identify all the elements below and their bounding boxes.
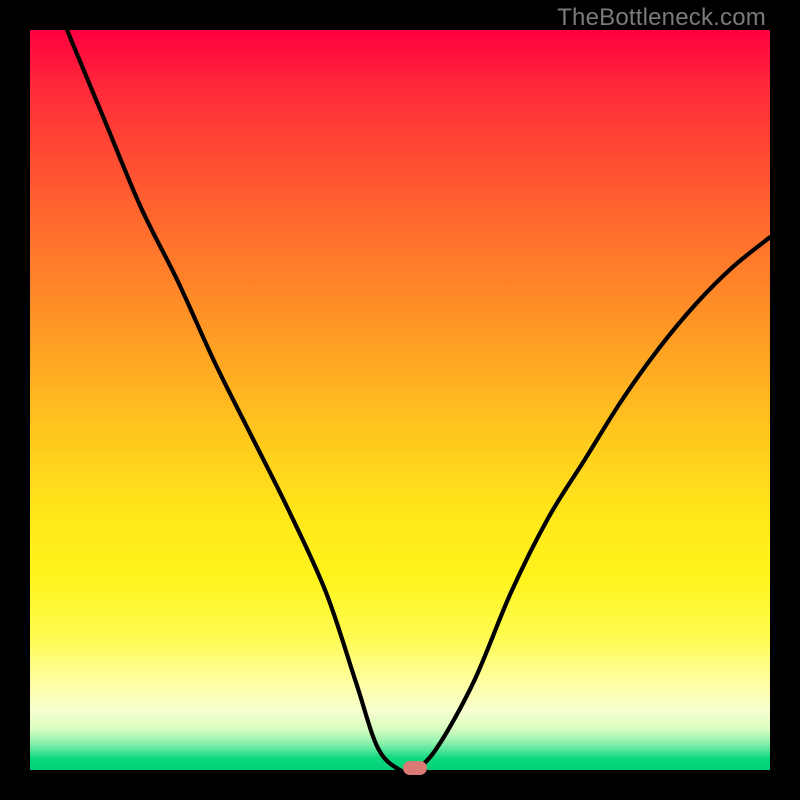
watermark-text: TheBottleneck.com [557, 4, 766, 32]
bottleneck-curve [67, 30, 770, 773]
curve-svg [30, 30, 770, 770]
minimum-marker [403, 761, 427, 775]
chart-frame: TheBottleneck.com [0, 0, 800, 800]
